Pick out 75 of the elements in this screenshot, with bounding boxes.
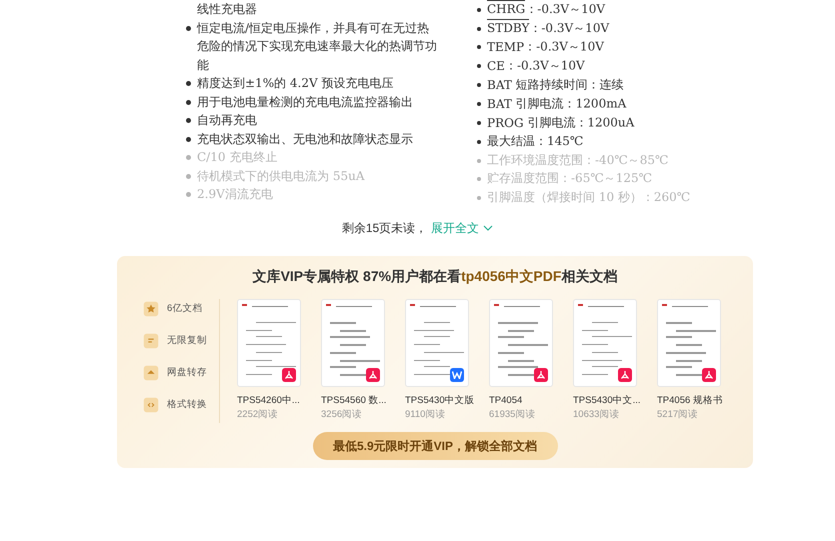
feature-text: 精度达到±1%的 4.2V 预设充电电压 <box>197 75 394 92</box>
bullet-icon <box>477 8 481 12</box>
feature-icon <box>142 364 160 382</box>
rating-text: 贮存温度范围：-65℃～125℃ <box>487 170 652 187</box>
rating-text: CE：-0.3V～10V <box>487 58 585 74</box>
bullet-icon <box>186 26 191 30</box>
remaining-pages-text: 剩余15页未读， <box>342 220 428 237</box>
feature-text: 充电状态双输出、无电池和故障状态显示 <box>197 130 413 148</box>
word-file-icon <box>450 368 464 382</box>
document-title[interactable]: TP4054 <box>489 394 559 408</box>
rating-text: STDBY：-0.3V～10V <box>487 18 610 36</box>
rating-text: BAT 短路持续时间：连续 <box>487 76 624 94</box>
bullet-icon <box>186 118 191 123</box>
feature-label: 网盘转存 <box>167 366 207 380</box>
rating-text: 最大结温：145℃ <box>487 133 584 150</box>
bullet-icon <box>186 192 191 197</box>
document-title[interactable]: TPS5430中文版 <box>405 394 475 408</box>
feature-icon <box>142 332 160 350</box>
bullet-icon <box>477 196 481 200</box>
document-title[interactable]: TP4056 规格书 <box>657 394 727 408</box>
feature-text: C/10 充电终止 <box>197 149 278 166</box>
document-thumbnail[interactable] <box>573 299 637 387</box>
document-thumbnail[interactable] <box>405 299 469 387</box>
bullet-icon <box>477 64 481 68</box>
rating-text: PROG 引脚电流：1200uA <box>487 114 634 132</box>
pdf-file-icon <box>282 368 296 382</box>
feature-text: 2.9V涓流充电 <box>197 186 273 203</box>
read-count: 10633阅读 <box>573 408 620 422</box>
pdf-file-icon <box>534 368 548 382</box>
rating-text: CHRG：-0.3V～10V <box>487 0 606 18</box>
feature-label: 无限复制 <box>167 334 207 348</box>
rating-text: 引脚温度（焊接时间 10 秒）：260℃ <box>487 188 690 206</box>
bullet-icon <box>477 177 481 181</box>
feature-text: 用于电池电量检测的充电电流监控器输出 <box>197 94 413 110</box>
rating-text: TEMP：-0.3V～10V <box>487 38 604 56</box>
pdf-file-icon <box>366 368 380 382</box>
document-thumbnail[interactable] <box>321 299 385 387</box>
feature-label: 6亿文档 <box>167 302 202 316</box>
bullet-icon <box>477 158 481 162</box>
document-title[interactable]: TPS54560 数... <box>321 394 391 408</box>
read-count: 9110阅读 <box>405 408 446 422</box>
read-count: 61935阅读 <box>489 408 536 422</box>
feature-icon <box>142 396 160 414</box>
read-count: 3256阅读 <box>321 408 364 422</box>
bullet-icon <box>477 45 481 49</box>
bullet-icon <box>477 102 481 106</box>
feature-label: 格式转换 <box>167 398 207 412</box>
read-count: 5217阅读 <box>657 408 700 422</box>
document-title[interactable]: TPS5430中文... <box>573 394 643 408</box>
pdf-file-icon <box>702 368 716 382</box>
read-count: 2252阅读 <box>237 408 280 422</box>
vip-title: 文库VIP专属特权 87%用户都在看tp4056中文PDF相关文档 <box>252 267 618 286</box>
bullet-icon <box>186 155 191 160</box>
bullet-icon <box>186 81 191 86</box>
pdf-file-icon <box>618 368 632 382</box>
chevron-down-icon <box>483 225 494 231</box>
rating-text: 工作环境温度范围：-40℃～85℃ <box>487 152 668 168</box>
bullet-icon <box>477 83 481 87</box>
bullet-icon <box>186 100 191 104</box>
feature-text: 线性充电器 <box>197 1 257 18</box>
bullet-icon <box>477 121 481 125</box>
feature-text: 恒定电流/恒定电压操作，并具有可在无过热危险的情况下实现充电速率最大化的热调节功能 <box>197 20 437 74</box>
rating-text: BAT 引脚电流：1200mA <box>487 96 626 112</box>
feature-icon <box>142 300 160 318</box>
open-vip-button[interactable]: 最低5.9元限时开通VIP，解锁全部文档 <box>312 432 558 460</box>
bullet-icon <box>186 174 191 178</box>
document-title[interactable]: TPS54260中... <box>237 394 307 408</box>
bullet-icon <box>477 26 481 30</box>
feature-text: 待机模式下的供电电流为 55uA <box>197 168 364 184</box>
bullet-icon <box>186 136 191 142</box>
bullet-icon <box>477 140 481 144</box>
document-thumbnail[interactable] <box>237 299 301 387</box>
feature-text: 自动再充电 <box>197 112 257 129</box>
document-thumbnail[interactable] <box>657 299 721 387</box>
document-thumbnail[interactable] <box>489 299 553 387</box>
